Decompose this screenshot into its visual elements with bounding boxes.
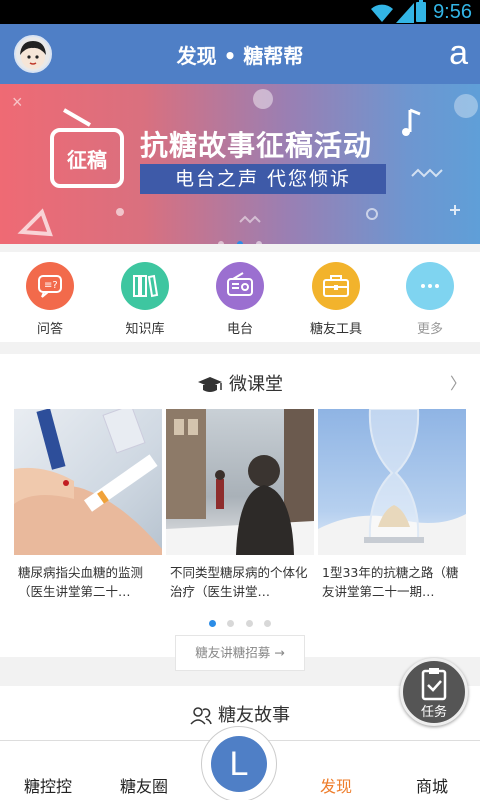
quick-nav-knowledge[interactable]: 知识库 <box>105 262 185 337</box>
course-thumbnail <box>318 409 466 555</box>
more-icon <box>406 262 454 310</box>
banner-badge: 征稿 <box>67 148 107 172</box>
quick-nav-radio[interactable]: 电台 <box>200 262 280 337</box>
banner-pager-dot-active <box>237 241 243 244</box>
quick-nav-tools[interactable]: 糖友工具 <box>296 262 376 337</box>
recruit-button[interactable]: 糖友讲糖招募 → <box>175 635 305 671</box>
task-label: 任务 <box>420 705 447 720</box>
center-action-label: L <box>211 736 267 792</box>
quick-nav: ≡? 问答 知识库 电台 糖友工具 更多 <box>0 252 480 342</box>
qa-icon: ≡? <box>26 262 74 310</box>
section-header[interactable]: 微课堂 <box>0 370 480 396</box>
tab-discover[interactable]: 发现 <box>288 773 384 797</box>
course-caption: 不同类型糖尿病的个体化治疗（医生讲堂… <box>170 565 308 599</box>
course-pager-dot <box>263 620 271 627</box>
course-card[interactable]: 1型33年的抗糖之路（糖友讲堂第二十一期… <box>318 409 466 601</box>
chevron-right-icon[interactable]: 〉 <box>450 370 466 394</box>
banner-subtitle: 电台之声 代您倾诉 <box>140 164 386 194</box>
quick-nav-qa[interactable]: ≡? 问答 <box>10 262 90 337</box>
quick-nav-label: 问答 <box>36 322 63 337</box>
status-bar: 9:56 <box>0 0 480 24</box>
quick-nav-label: 电台 <box>226 322 253 337</box>
signal-icon <box>396 3 414 23</box>
course-pager <box>0 612 480 631</box>
micro-class-section: 微课堂 〉 糖尿病指尖血糖的监测（医生讲堂第二十… 不同类型糖尿病的个体化治疗（… <box>0 354 480 671</box>
course-card[interactable]: 不同类型糖尿病的个体化治疗（医生讲堂… <box>166 409 314 601</box>
quick-nav-label: 知识库 <box>125 322 165 337</box>
battery-icon <box>416 0 426 22</box>
center-action-button[interactable]: L <box>201 726 277 800</box>
radio-icon <box>216 262 264 310</box>
course-caption: 糖尿病指尖血糖的监测（医生讲堂第二十… <box>18 565 144 599</box>
users-icon <box>190 707 212 725</box>
course-pager-dot-active <box>209 620 217 627</box>
promo-banner[interactable]: × 征稿 抗糖故事征稿活动 电台之声 代您倾诉 <box>0 84 480 244</box>
books-icon <box>121 262 169 310</box>
quick-nav-label: 糖友工具 <box>309 322 362 337</box>
course-caption: 1型33年的抗糖之路（糖友讲堂第二十一期… <box>322 565 459 599</box>
clipboard-check-icon <box>421 668 447 701</box>
svg-text:×: × <box>12 92 23 112</box>
banner-headline: 抗糖故事征稿活动 <box>140 129 373 162</box>
tab-friends-circle[interactable]: 糖友圈 <box>96 773 192 797</box>
tab-sugar-control[interactable]: 糖控控 <box>0 773 96 797</box>
quick-nav-more[interactable]: 更多 <box>390 262 470 337</box>
section-title: 微课堂 <box>229 374 283 395</box>
course-card[interactable]: 糖尿病指尖血糖的监测（医生讲堂第二十… <box>14 409 162 601</box>
quick-nav-label: 更多 <box>416 322 443 337</box>
app-header: 发现 • 糖帮帮 a <box>0 24 480 84</box>
banner-pager <box>0 232 480 244</box>
banner-pager-dot <box>256 241 263 244</box>
task-button[interactable]: 任务 <box>400 658 468 726</box>
graduation-cap-icon <box>198 377 222 392</box>
toolbox-icon <box>312 262 360 310</box>
page-title: 发现 • 糖帮帮 <box>176 44 304 68</box>
svg-text:≡?: ≡? <box>44 280 58 291</box>
course-thumbnail <box>14 409 162 555</box>
course-thumbnail <box>166 409 314 555</box>
header-action-button[interactable]: a <box>449 34 468 73</box>
course-pager-dot <box>245 620 253 627</box>
section-title: 糖友故事 <box>218 705 290 726</box>
tab-mall[interactable]: 商城 <box>384 773 480 797</box>
status-time: 9:56 <box>433 1 472 23</box>
course-pager-dot <box>227 620 235 627</box>
wifi-icon <box>371 4 393 22</box>
banner-pager-dot <box>217 241 224 244</box>
